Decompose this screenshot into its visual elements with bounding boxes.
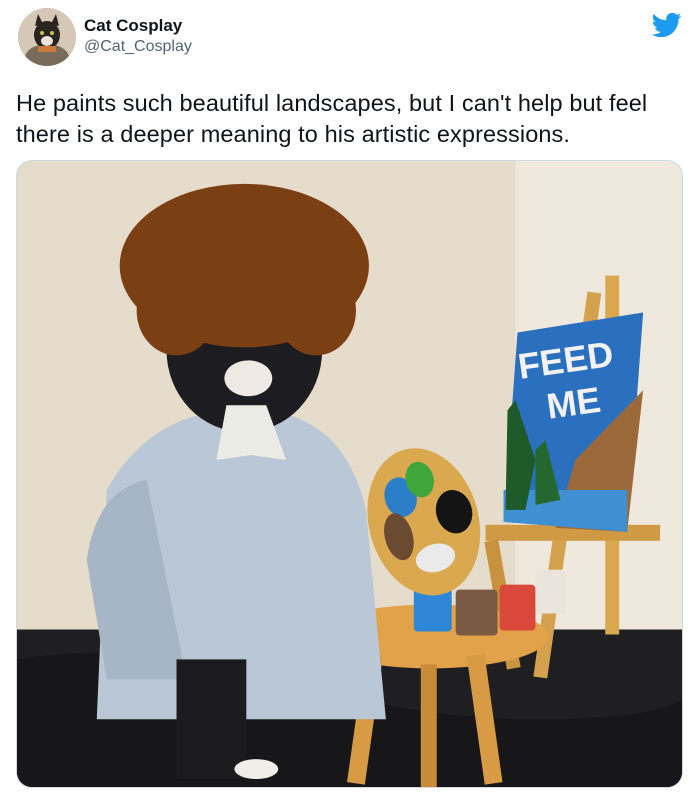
tweet-header: Cat Cosplay @Cat_Cosplay bbox=[18, 8, 682, 70]
tweet-photo[interactable]: FEED ME bbox=[16, 160, 683, 788]
tweet-text: He paints such beautiful landscapes, but… bbox=[16, 90, 648, 147]
twitter-bird-icon[interactable] bbox=[652, 10, 682, 40]
photo-cat-painter: FEED ME bbox=[17, 161, 682, 787]
user-handle[interactable]: @Cat_Cosplay bbox=[84, 36, 192, 58]
avatar-image bbox=[18, 8, 76, 66]
canvas-painting: FEED ME bbox=[503, 312, 644, 532]
display-name[interactable]: Cat Cosplay bbox=[84, 16, 192, 36]
cat-with-shirt bbox=[86, 183, 386, 780]
tweet-card: Cat Cosplay @Cat_Cosplay He paints such … bbox=[0, 0, 700, 796]
canvas-text-line2: ME bbox=[544, 380, 603, 427]
author-names: Cat Cosplay @Cat_Cosplay bbox=[84, 16, 192, 58]
avatar[interactable] bbox=[18, 8, 76, 66]
